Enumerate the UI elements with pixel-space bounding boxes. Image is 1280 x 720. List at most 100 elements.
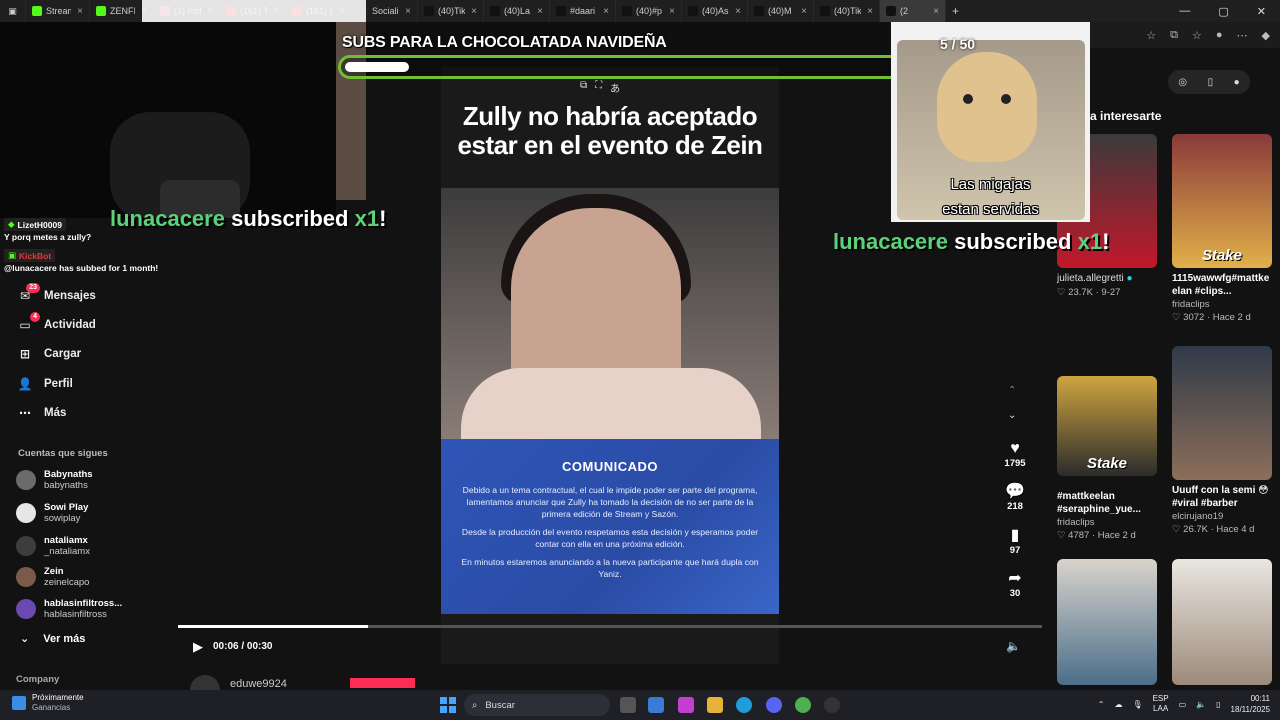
card-meta: ♡ 23.7K · 9-27	[1057, 287, 1121, 298]
browser-tab[interactable]: (40)#p ×	[616, 0, 682, 22]
close-window-button[interactable]: ✕	[1257, 5, 1266, 18]
close-tab-icon[interactable]: ×	[537, 6, 543, 17]
video-progress-bar[interactable]	[178, 625, 1042, 628]
language-indicator[interactable]: ESP LAA	[1153, 694, 1169, 714]
battery-icon[interactable]: ▯	[1216, 700, 1220, 709]
sub-goal-count: 5 / 50	[940, 36, 976, 52]
browser-tab[interactable]: (40)Tik ×	[814, 0, 880, 22]
copilot-icon[interactable]: ◆	[1262, 29, 1270, 42]
volume-icon[interactable]: 🔈	[1006, 639, 1021, 653]
profile-icon[interactable]: ●	[1216, 29, 1223, 41]
suggested-video-card[interactable]: Stake #mattkeelan #seraphine_yue... frid…	[1057, 376, 1157, 541]
start-button[interactable]	[440, 697, 456, 713]
like-button[interactable]: ♥ 1795	[1000, 440, 1030, 469]
next-username[interactable]: eduwe9924	[230, 678, 287, 690]
edge-icon[interactable]	[736, 697, 752, 713]
video-frame[interactable]: Zully no habría aceptado estar en el eve…	[441, 66, 779, 664]
discord-icon[interactable]	[766, 697, 782, 713]
close-tab-icon[interactable]: ×	[77, 6, 83, 17]
suggested-video-card[interactable]: Stake 1115wawwfg#mattke elan #clips... f…	[1172, 134, 1272, 323]
menu-icon[interactable]: ⋯	[1237, 29, 1248, 42]
window-menu-button[interactable]: ▣	[0, 0, 26, 22]
verified-icon: ●	[1126, 273, 1133, 284]
close-tab-icon[interactable]: ×	[801, 6, 807, 17]
widget-icon	[12, 696, 26, 710]
favorites-icon[interactable]: ☆	[1192, 29, 1202, 42]
app-icon[interactable]	[795, 697, 811, 713]
close-tab-icon[interactable]: ×	[867, 6, 873, 17]
browser-tab[interactable]: (40)As ×	[682, 0, 748, 22]
notice-title: COMUNICADO	[562, 459, 658, 474]
speaker-icon[interactable]: 🔈	[1196, 700, 1206, 709]
sidebar-item-cargar[interactable]: ⊞ Cargar	[18, 347, 81, 361]
sidebar-item-perfil[interactable]: 👤 Perfil	[18, 377, 73, 391]
account-babynaths[interactable]: Babynaths babynaths	[16, 469, 93, 491]
copilot-app-icon[interactable]	[678, 697, 694, 713]
close-tab-icon[interactable]: ×	[735, 6, 741, 17]
dog-image	[937, 52, 1037, 162]
network-icon[interactable]: ▭	[1179, 700, 1187, 709]
task-view-icon[interactable]	[620, 697, 636, 713]
star-icon[interactable]: ☆	[1146, 29, 1156, 42]
cloud-icon[interactable]: ☁	[1114, 700, 1122, 709]
account-hablasinfiltross[interactable]: hablasinfiltross... hablasinfiltross	[16, 598, 122, 620]
card-author: elcirujano19	[1172, 511, 1224, 522]
follow-button[interactable]	[350, 678, 415, 688]
account-sowiplay[interactable]: Sowi Play sowiplay	[16, 502, 88, 524]
obs-icon[interactable]	[824, 697, 840, 713]
browser-tab[interactable]: (40)La ×	[484, 0, 550, 22]
picture-in-picture-icon[interactable]: ⧉	[580, 80, 587, 95]
translate-icon[interactable]: あ	[610, 80, 620, 95]
new-tab-button[interactable]: +	[946, 0, 965, 22]
close-tab-icon[interactable]: ×	[669, 6, 675, 17]
chat-message: @lunacacere has subbed for 1 month!	[4, 263, 159, 273]
close-tab-icon[interactable]: ×	[405, 6, 411, 17]
browser-tab[interactable]: (40)Tik ×	[418, 0, 484, 22]
browser-tab[interactable]: #daari ×	[550, 0, 616, 22]
chevron-down-icon[interactable]: ⌄	[1008, 410, 1016, 421]
close-tab-icon[interactable]: ×	[933, 6, 939, 17]
tab-label: (40)As	[702, 6, 729, 16]
account-zein[interactable]: Zein zeinelcapo	[16, 566, 89, 588]
sidebar-item-mensajes[interactable]: ✉ 23 Mensajes	[18, 283, 96, 303]
suggested-video-card[interactable]	[1172, 559, 1272, 685]
compass-icon[interactable]: ◎	[1178, 77, 1187, 88]
share-button[interactable]: ➦ 30	[1000, 570, 1030, 599]
device-icon[interactable]: ▯	[1208, 77, 1214, 88]
profile-avatar[interactable]: ●	[1234, 77, 1240, 88]
play-icon[interactable]: ▶	[193, 639, 203, 655]
chevron-up-icon[interactable]: ⌃	[1008, 385, 1016, 396]
clock[interactable]: 00:11 18/11/2025	[1231, 693, 1270, 715]
close-tab-icon[interactable]: ×	[603, 6, 609, 17]
suggested-video-card[interactable]: Uuuff con la semi 😳 #viral #barber elcir…	[1172, 346, 1272, 535]
comment-icon: 💬	[1005, 483, 1025, 500]
suggested-video-card[interactable]	[1057, 559, 1157, 685]
browser-tab[interactable]: (40)M ×	[748, 0, 814, 22]
minimize-button[interactable]: —	[1179, 5, 1190, 18]
sub-alert-right: lunacacere subscribed x1!	[833, 229, 1110, 254]
comment-button[interactable]: 💬 218	[1000, 483, 1030, 512]
see-more-button[interactable]: ⌄ Ver más	[20, 632, 85, 646]
video-photo	[441, 188, 779, 448]
maximize-button[interactable]: ▢	[1218, 5, 1228, 18]
account-nataliamx[interactable]: nataliamx _nataliamx	[16, 535, 90, 557]
close-tab-icon[interactable]: ×	[471, 6, 477, 17]
sidebar-item-mas[interactable]: ⋯ Más	[18, 406, 66, 420]
browser-tab[interactable]: (2 ×	[880, 0, 946, 22]
sidebar-item-actividad[interactable]: ▭ 4 Actividad	[18, 312, 96, 332]
tab-label: (40)La	[504, 6, 531, 16]
mic-icon[interactable]: 🎙	[1132, 700, 1142, 709]
company-link[interactable]: Company	[16, 674, 59, 685]
taskbar-search[interactable]: ⌕ Buscar	[464, 694, 610, 716]
top-right-actions: ◎ ▯ ●	[1168, 70, 1250, 94]
fullscreen-icon[interactable]: ⛶	[595, 80, 602, 95]
file-explorer-icon[interactable]	[707, 697, 723, 713]
extensions-icon[interactable]: ⧉	[1170, 29, 1178, 42]
browser-tab[interactable]: Stream ×	[26, 0, 90, 22]
notice-paragraph: Debido a un tema contractual, el cual le…	[462, 485, 758, 519]
widgets-button[interactable]: Próximamente Ganancias	[12, 693, 84, 713]
tab-label: Sociali	[372, 6, 399, 16]
save-button[interactable]: ▮ 97	[1000, 527, 1030, 556]
chevron-up-icon[interactable]: ⌃	[1098, 700, 1105, 709]
store-icon[interactable]	[648, 697, 664, 713]
